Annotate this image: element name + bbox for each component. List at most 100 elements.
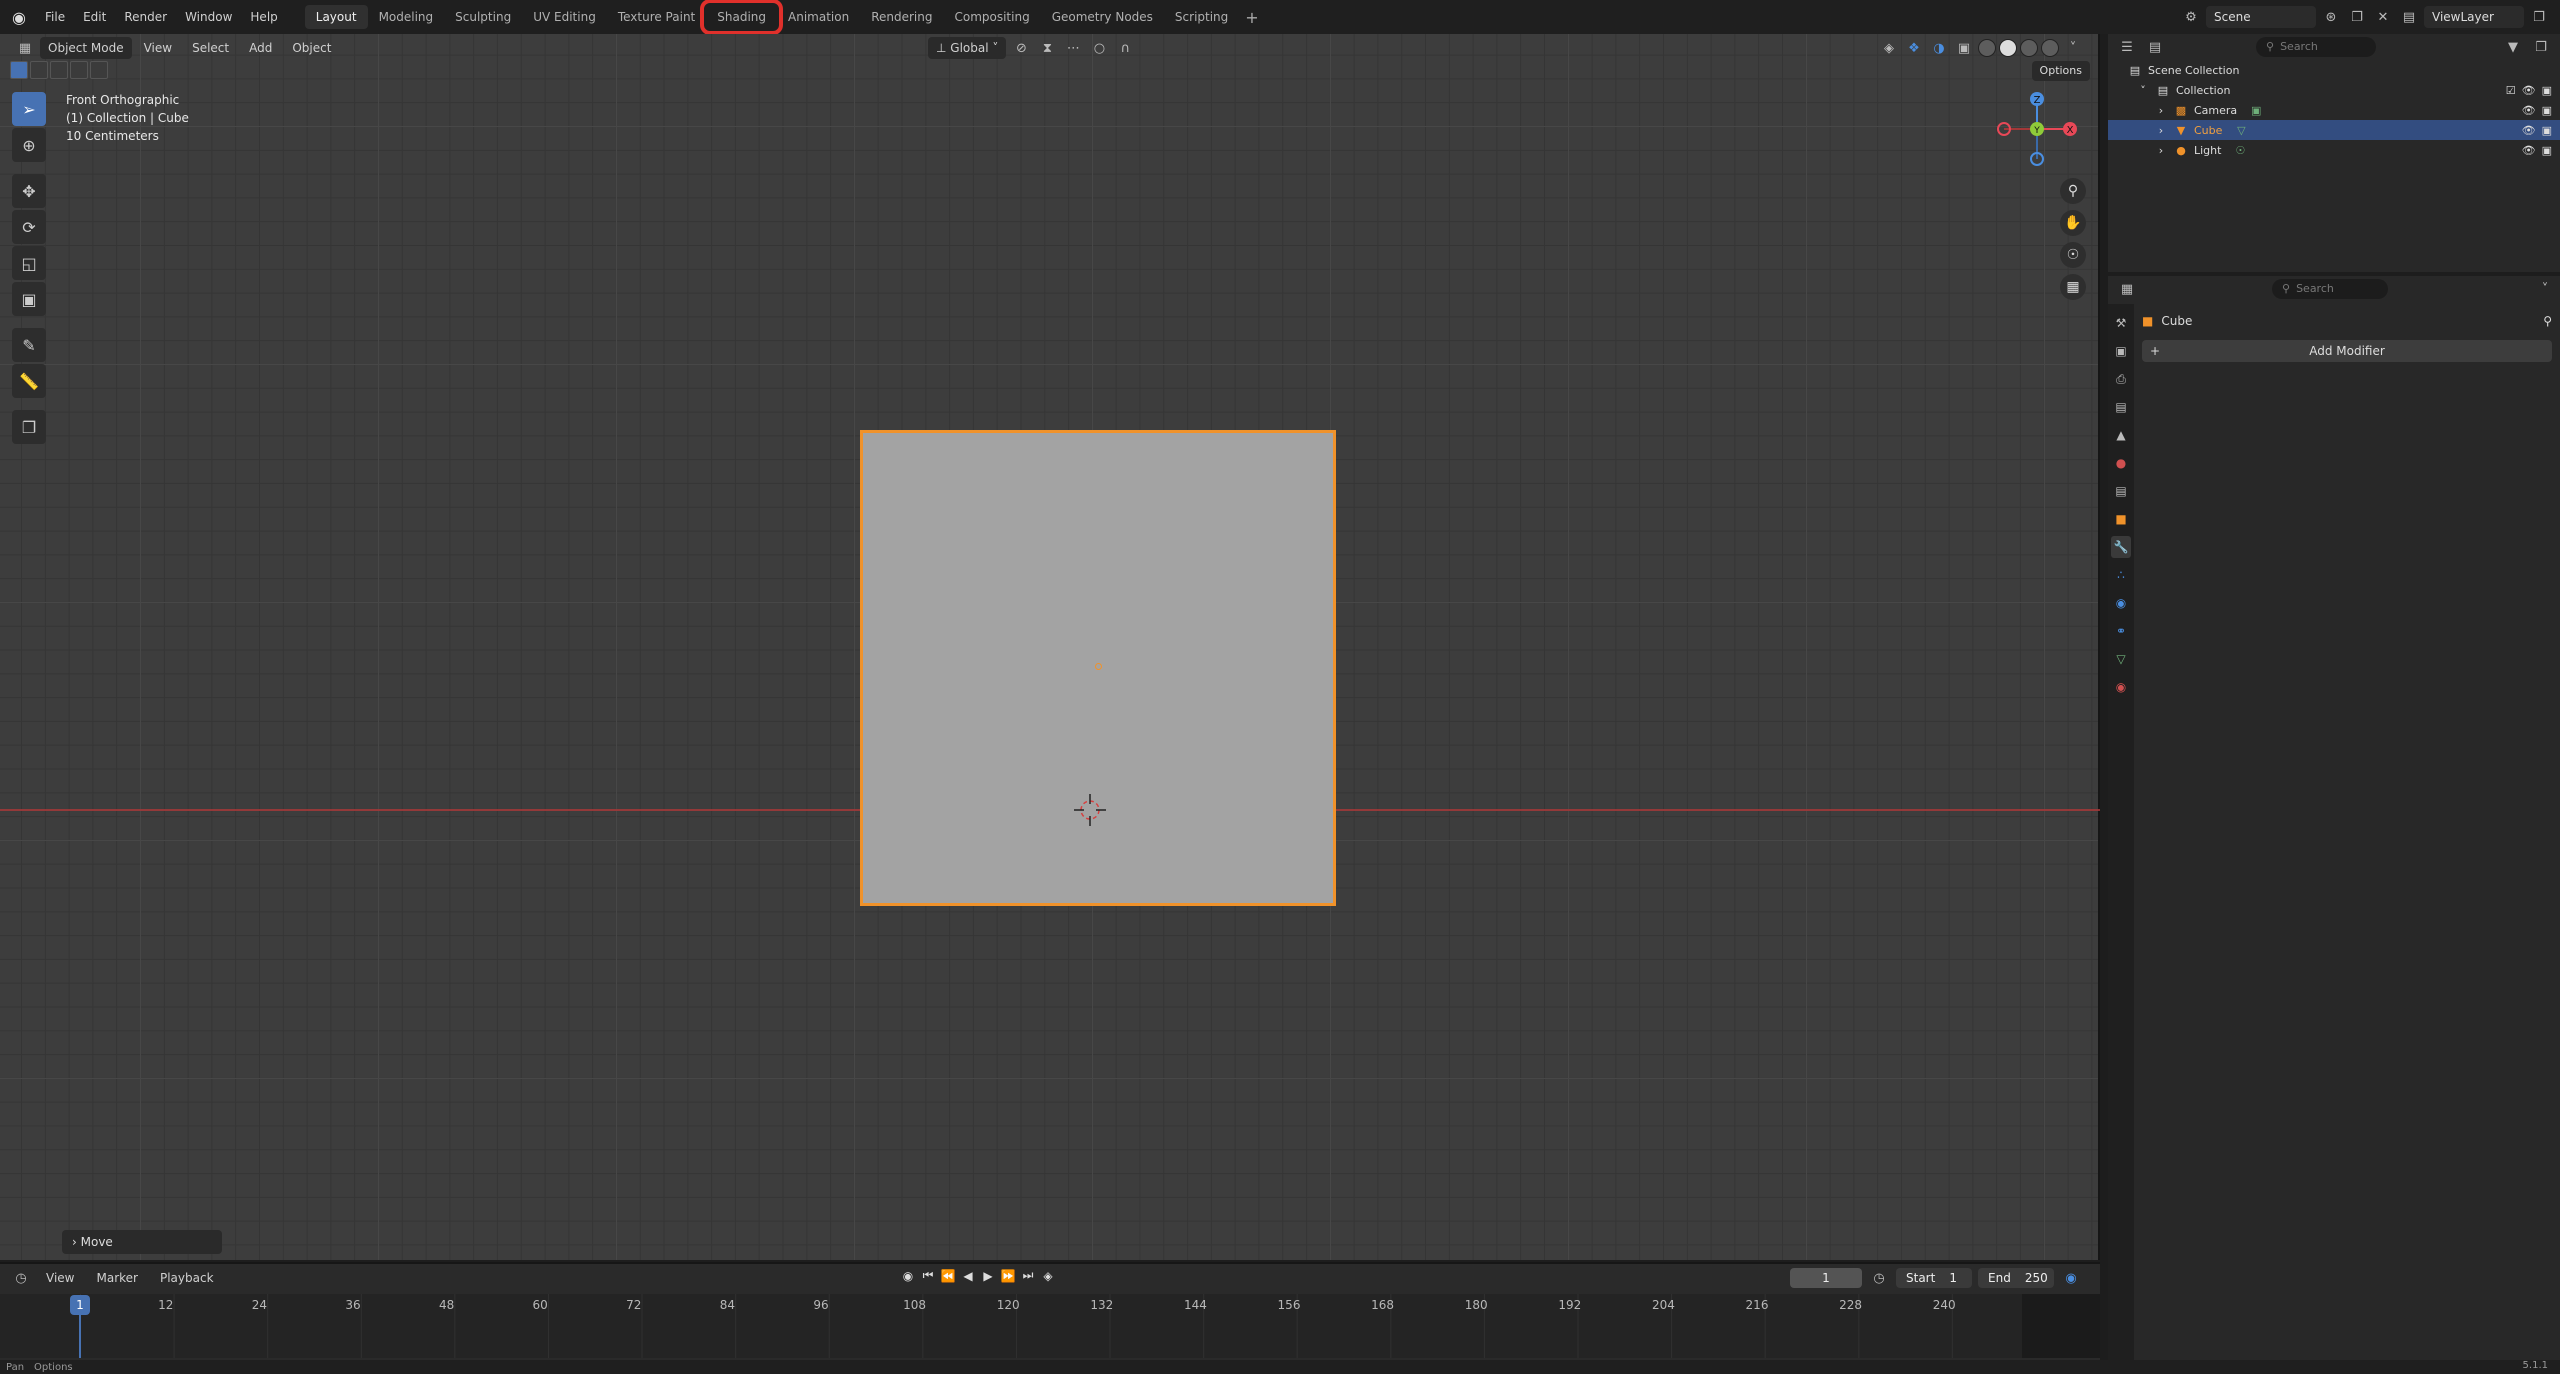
timeline-menu-view[interactable]: View	[38, 1267, 82, 1289]
tab-compositing[interactable]: Compositing	[943, 5, 1040, 29]
clock-icon[interactable]: ◷	[1868, 1267, 1890, 1289]
eye-icon[interactable]: 👁	[2522, 84, 2536, 97]
outliner-object-row[interactable]: › ● Light ☉ 👁 ▣	[2108, 140, 2560, 160]
3d-viewport[interactable]: ▦ Object Mode View Select Add Object ⊥ G…	[0, 34, 2100, 1260]
navigation-gizmo[interactable]: Z X Y	[1992, 90, 2082, 168]
zoom-icon[interactable]: ⚲	[2060, 178, 2086, 204]
data-properties-icon[interactable]: ▽	[2111, 648, 2131, 670]
scene-properties-icon[interactable]: ▲	[2111, 424, 2131, 446]
eye-icon[interactable]: 👁	[2522, 124, 2536, 137]
menu-object[interactable]: Object	[284, 37, 339, 59]
menu-window[interactable]: Window	[176, 4, 241, 30]
expand-chevron-icon[interactable]: ›	[2154, 103, 2168, 117]
outliner-editor-type-icon[interactable]: ☰	[2116, 36, 2138, 58]
modifier-properties-icon[interactable]: 🔧	[2111, 536, 2131, 558]
properties-editor-type-icon[interactable]: ▦	[2116, 278, 2138, 300]
menu-help[interactable]: Help	[241, 4, 286, 30]
timeline-options-icon[interactable]: ◉	[2060, 1267, 2082, 1289]
add-workspace-icon[interactable]: +	[1239, 8, 1264, 27]
new-collection-icon[interactable]: ❐	[2530, 36, 2552, 58]
tool-properties-icon[interactable]: ⚒	[2111, 312, 2131, 334]
new-scene-icon[interactable]: ❐	[2346, 6, 2368, 28]
current-frame-field[interactable]: 1	[1790, 1268, 1862, 1288]
rotate-tool-icon[interactable]: ⟳	[12, 210, 46, 244]
material-properties-icon[interactable]: ◉	[2111, 676, 2131, 698]
pan-hand-icon[interactable]: ✋	[2060, 210, 2086, 236]
play-icon[interactable]: ▶	[980, 1269, 996, 1283]
object-properties-icon[interactable]: ■	[2111, 508, 2131, 530]
collection-row[interactable]: ˅ ▤ Collection ☑ 👁 ▣	[2108, 80, 2560, 100]
move-tool-icon[interactable]: ✥	[12, 174, 46, 208]
menu-view[interactable]: View	[136, 37, 180, 59]
render-camera-icon[interactable]: ▣	[2542, 124, 2552, 137]
snap-icon[interactable]: ⧗	[1036, 37, 1058, 59]
scene-selector[interactable]: Scene	[2206, 6, 2316, 28]
tab-uv-editing[interactable]: UV Editing	[522, 5, 607, 29]
3d-cursor-icon[interactable]	[1072, 792, 1108, 828]
outliner-object-row[interactable]: › ▼ Cube ▽ 👁 ▣	[2108, 120, 2560, 140]
rendered-shading-icon[interactable]	[2041, 39, 2059, 57]
properties-panel[interactable]: ▦ ⚲ Search ˅ ⚒ ▣ ⎙ ▤ ▲ ● ▤ ■ 🔧 ∴ ◉ ⚭ ▽ ◉…	[2108, 276, 2560, 1360]
scale-tool-icon[interactable]: ◱	[12, 246, 46, 280]
viewlayer-selector[interactable]: ViewLayer	[2424, 6, 2524, 28]
tab-rendering[interactable]: Rendering	[860, 5, 943, 29]
wireframe-shading-icon[interactable]	[1978, 39, 1996, 57]
pin-icon[interactable]: ⚲	[2543, 314, 2552, 328]
solid-shading-icon[interactable]	[1999, 39, 2017, 57]
select-intersect-icon[interactable]	[90, 61, 108, 79]
tab-texture-paint[interactable]: Texture Paint	[607, 5, 706, 29]
world-properties-icon[interactable]: ●	[2111, 452, 2131, 474]
expand-chevron-icon[interactable]: ›	[2154, 143, 2168, 157]
frame-ruler[interactable]: 12 24 36 48 60 72 84 96 108 120 132 144 156 168 180 192…	[0, 1294, 2100, 1358]
menu-render[interactable]: Render	[115, 4, 176, 30]
properties-search-input[interactable]: ⚲ Search	[2272, 279, 2388, 299]
collapse-chevron-icon[interactable]: ˅	[2136, 83, 2150, 97]
outliner-panel[interactable]: ☰ ▤ ⚲ Search ▼ ❐ ▤ Scene Collection ˅ ▤ …	[2108, 34, 2560, 272]
timeline-menu-playback[interactable]: Playback	[152, 1267, 222, 1289]
options-button[interactable]: Options	[2031, 61, 2090, 81]
collection-properties-icon[interactable]: ▤	[2111, 480, 2131, 502]
measure-tool-icon[interactable]: 📏	[12, 364, 46, 398]
render-properties-icon[interactable]: ▣	[2111, 340, 2131, 362]
viewlayer-icon[interactable]: ▤	[2398, 6, 2420, 28]
select-box-tool-icon[interactable]: ➢	[12, 92, 46, 126]
proportional-edit-icon[interactable]: ○	[1088, 37, 1110, 59]
view-layer-properties-icon[interactable]: ▤	[2111, 396, 2131, 418]
tab-modeling[interactable]: Modeling	[368, 5, 445, 29]
transform-tool-icon[interactable]: ▣	[12, 282, 46, 316]
gizmo-toggle-icon[interactable]: ❖	[1903, 37, 1925, 59]
constraints-properties-icon[interactable]: ⚭	[2111, 620, 2131, 642]
keying-icon[interactable]: ◈	[1040, 1269, 1056, 1283]
delete-scene-icon[interactable]: ✕	[2372, 6, 2394, 28]
menu-file[interactable]: File	[36, 4, 74, 30]
overlays-toggle-icon[interactable]: ◑	[1928, 37, 1950, 59]
cursor-tool-icon[interactable]: ⊕	[12, 128, 46, 162]
tab-shading[interactable]: Shading	[700, 0, 783, 35]
timeline-editor-type-icon[interactable]: ◷	[10, 1267, 32, 1289]
timeline-editor[interactable]: ◷ View Marker Playback ◉ ⏮ ⏪ ◀ ▶ ⏩ ⏭ ◈ 1…	[0, 1262, 2100, 1360]
editor-type-icon[interactable]: ▦	[14, 37, 36, 59]
jump-start-icon[interactable]: ⏮	[920, 1268, 936, 1283]
pin-scene-icon[interactable]: ⊛	[2320, 6, 2342, 28]
timeline-menu-marker[interactable]: Marker	[88, 1267, 145, 1289]
xray-toggle-icon[interactable]: ▣	[1953, 37, 1975, 59]
snap-target-icon[interactable]: ⋯	[1062, 37, 1084, 59]
add-modifier-button[interactable]: + Add Modifier	[2142, 340, 2552, 362]
expand-chevron-icon[interactable]: ›	[2154, 123, 2168, 137]
blender-logo-icon[interactable]: ◉	[6, 4, 32, 30]
select-invert-icon[interactable]	[70, 61, 88, 79]
tab-layout[interactable]: Layout	[304, 5, 368, 29]
perspective-grid-icon[interactable]: ▦	[2060, 274, 2086, 300]
visibility-icon[interactable]: ◈	[1878, 37, 1900, 59]
exclude-checkbox-icon[interactable]: ☑	[2506, 84, 2516, 97]
pivot-icon[interactable]: ⊘	[1010, 37, 1032, 59]
falloff-icon[interactable]: ∩	[1114, 37, 1136, 59]
render-camera-icon[interactable]: ▣	[2542, 84, 2552, 97]
jump-end-icon[interactable]: ⏭	[1020, 1268, 1036, 1283]
last-operator-panel[interactable]: › Move	[62, 1230, 222, 1254]
tab-geometry-nodes[interactable]: Geometry Nodes	[1041, 5, 1164, 29]
tab-sculpting[interactable]: Sculpting	[444, 5, 522, 29]
select-subtract-icon[interactable]	[50, 61, 68, 79]
properties-options-icon[interactable]: ˅	[2534, 278, 2556, 300]
physics-properties-icon[interactable]: ◉	[2111, 592, 2131, 614]
